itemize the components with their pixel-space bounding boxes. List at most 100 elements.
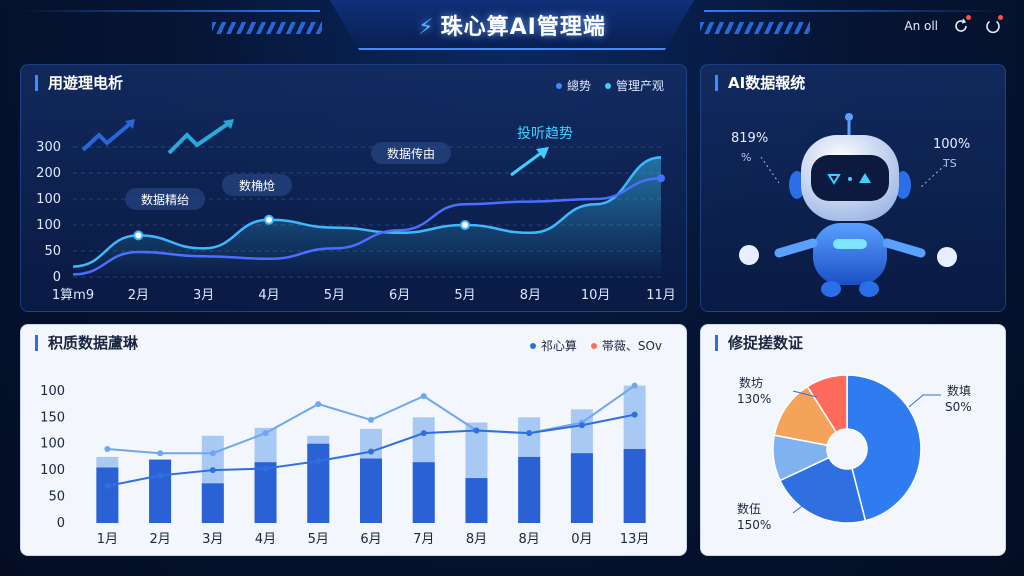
- y-tick-label: 100: [36, 192, 61, 207]
- ai-panel: AI数据報统 819% % 100% TS: [700, 64, 1006, 312]
- pie-label-1-value: 130%: [737, 392, 771, 406]
- line-b-point: [315, 458, 322, 465]
- pie-chart: 数坊 130% 数填 S0% 数伍 150%: [737, 374, 972, 532]
- x-tick-label: 8月: [466, 532, 487, 547]
- header-deco-line-right: [704, 10, 1004, 12]
- y-tick-label: 100: [40, 384, 65, 399]
- y-tick-label: 300: [36, 140, 61, 155]
- x-tick-label: 10月: [581, 288, 611, 303]
- y-tick-label: 200: [36, 166, 61, 181]
- trend-panel: 用遊理电析 總势 管理产观 0 50 100 100 200 300 1算m9 2月 3月 4月 5…: [20, 64, 687, 312]
- svg-text:数据精绐: 数据精绐: [141, 192, 189, 207]
- header-actions: An oll: [904, 15, 1003, 35]
- x-tick-label: 7月: [413, 532, 434, 547]
- line-b-point: [104, 483, 111, 489]
- bar-chart: 0 50 100 100 150 100 1月 2月 3月 4月 5月 6月 7月 8月 8月 0月 13月: [40, 382, 650, 547]
- y-tick-label: 0: [53, 270, 61, 285]
- bar-front: [201, 483, 224, 523]
- pie-label-2-name: 数填: [947, 383, 971, 398]
- line-a-point: [157, 450, 164, 457]
- arrow-deco-3-icon: [510, 147, 549, 177]
- header-stripes-left: [212, 22, 322, 34]
- x-tick-label: 5月: [454, 288, 475, 303]
- x-tick-label: 1算m9: [52, 288, 94, 303]
- line-a-point: [420, 393, 427, 400]
- line-b-point: [209, 467, 216, 474]
- pie-label-3-value: 150%: [737, 518, 771, 532]
- x-tick-label: 4月: [255, 532, 276, 547]
- x-tick-label: 13月: [620, 532, 650, 547]
- x-tick-label: 11月: [646, 288, 676, 303]
- y-tick-label: 100: [40, 463, 65, 478]
- pie-panel: 修捉搓数证 数坊 130% 数填 S0% 数伍 150%: [700, 324, 1006, 556]
- x-tick-label: 5月: [308, 532, 329, 547]
- user-label[interactable]: An oll: [904, 19, 938, 33]
- bolt-icon: ⚡: [418, 15, 435, 40]
- series-1-point: [133, 230, 144, 241]
- line-b-point: [157, 472, 164, 479]
- series-1-point: [264, 214, 274, 225]
- header-stripes-right: [700, 22, 810, 34]
- x-tick-label: 2月: [128, 288, 149, 303]
- pie-label-1-name: 数坊: [739, 375, 763, 390]
- refresh-alert-icon[interactable]: [952, 15, 971, 35]
- x-tick-label: 8月: [519, 532, 540, 547]
- header-deco-line-left: [20, 10, 320, 12]
- arrow-deco-2-icon: [167, 119, 234, 155]
- bar-front: [623, 449, 646, 523]
- series-1-area: [73, 157, 661, 277]
- line-a-point: [262, 430, 269, 437]
- bar-front: [307, 443, 330, 523]
- line-b-point: [526, 430, 533, 437]
- line-b-point: [262, 465, 269, 472]
- page-title: ⚡ 珠心算AI管理端: [340, 9, 684, 41]
- annotation-trend-label: 投听趋势: [517, 126, 573, 142]
- annotation-bubble-3: 数据传由: [371, 142, 451, 164]
- x-tick-label: 0月: [571, 532, 592, 547]
- x-tick-label: 4月: [258, 288, 279, 303]
- line-a-point: [631, 382, 638, 389]
- line-b-point: [631, 411, 638, 418]
- svg-text:数据传由: 数据传由: [387, 146, 435, 161]
- bar-front: [412, 462, 435, 523]
- bar-front: [360, 458, 382, 523]
- x-tick-label: 3月: [202, 532, 223, 547]
- line-a-point: [209, 450, 216, 457]
- pie-label-2-value: S0%: [945, 400, 972, 414]
- line-b-point: [578, 422, 585, 429]
- header-bar: ⚡ 珠心算AI管理端 An oll: [0, 0, 1024, 52]
- power-alert-icon[interactable]: [984, 15, 1003, 35]
- y-tick-label: 50: [44, 244, 61, 259]
- y-tick-label: 0: [57, 516, 65, 531]
- bar-front: [570, 453, 593, 523]
- annotation-bubble-2: 数桷炝: [222, 174, 292, 196]
- line-a-point: [315, 401, 322, 408]
- page-title-text: 珠心算AI管理端: [440, 15, 606, 40]
- bar-front: [518, 456, 541, 523]
- y-tick-label: 50: [48, 490, 65, 505]
- x-tick-label: 6月: [360, 532, 381, 547]
- bar-front: [465, 478, 488, 523]
- pie-label-3-name: 数伍: [737, 501, 761, 516]
- y-tick-label: 100: [40, 437, 65, 452]
- line-b-point: [473, 427, 480, 434]
- x-tick-label: 2月: [149, 532, 170, 547]
- bar-front: [149, 459, 172, 523]
- x-tick-label: 3月: [193, 288, 214, 303]
- line-a-point: [368, 416, 374, 423]
- series-2-point: [657, 174, 665, 183]
- annotation-bubble-1: 数据精绐: [125, 188, 205, 210]
- x-tick-label: 5月: [324, 288, 345, 303]
- y-tick-label: 100: [36, 218, 61, 233]
- line-b-point: [368, 448, 374, 455]
- line-b-point: [420, 430, 427, 437]
- bar-front: [96, 467, 119, 523]
- svg-text:数桷炝: 数桷炝: [239, 178, 275, 193]
- x-tick-label: 8月: [520, 288, 541, 303]
- trend-line-chart: 0501001002003001算m9 2月 3月 4月 5月 6月 5月 8月 10月 11月 …: [36, 119, 676, 303]
- bar-panel: 积质数据蘆琳 祁心算 帯薇、SOv 0 50 100 100 150 100 1月 2月 3月 4…: [20, 324, 687, 556]
- x-tick-label: 1月: [97, 532, 118, 547]
- line-a-point: [104, 446, 111, 452]
- x-tick-label: 6月: [389, 288, 410, 303]
- series-1-point: [460, 220, 470, 230]
